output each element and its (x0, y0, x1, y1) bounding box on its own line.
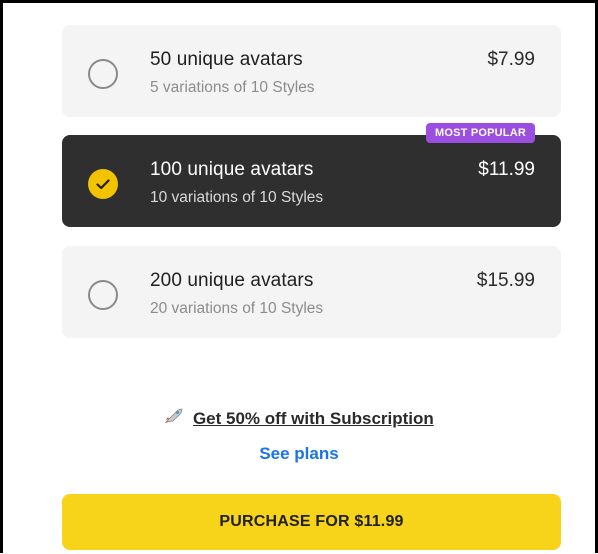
promo-text: Get 50% off with Subscription (192, 409, 434, 428)
plan-subtitle: 10 variations of 10 Styles (150, 189, 324, 206)
rocket-icon (164, 408, 184, 428)
plan-title: 200 unique avatars (150, 270, 314, 291)
plan-title: 100 unique avatars (150, 159, 314, 180)
plan-option-100[interactable]: MOST POPULAR 100 unique avatars 10 varia… (62, 123, 561, 227)
plan-price: $11.99 (478, 159, 535, 180)
checkmark-icon (96, 178, 110, 189)
most-popular-badge: MOST POPULAR (425, 123, 535, 143)
radio-unchecked-icon[interactable] (88, 59, 118, 89)
subscription-promo-link[interactable]: Get 50% off with Subscription (0, 408, 598, 429)
radio-checked-icon[interactable] (88, 169, 118, 199)
plan-subtitle: 20 variations of 10 Styles (150, 300, 324, 317)
purchase-button[interactable]: PURCHASE FOR $11.99 (62, 494, 561, 550)
plan-option-200[interactable]: 200 unique avatars 20 variations of 10 S… (62, 246, 561, 338)
radio-unchecked-icon[interactable] (88, 280, 118, 310)
plan-option-50[interactable]: 50 unique avatars 5 variations of 10 Sty… (62, 25, 561, 117)
plan-price: $15.99 (476, 270, 535, 291)
plan-subtitle: 5 variations of 10 Styles (150, 79, 315, 96)
plan-price: $7.99 (487, 49, 535, 70)
plan-title: 50 unique avatars (150, 49, 303, 70)
see-plans-link[interactable]: See plans (0, 444, 598, 464)
